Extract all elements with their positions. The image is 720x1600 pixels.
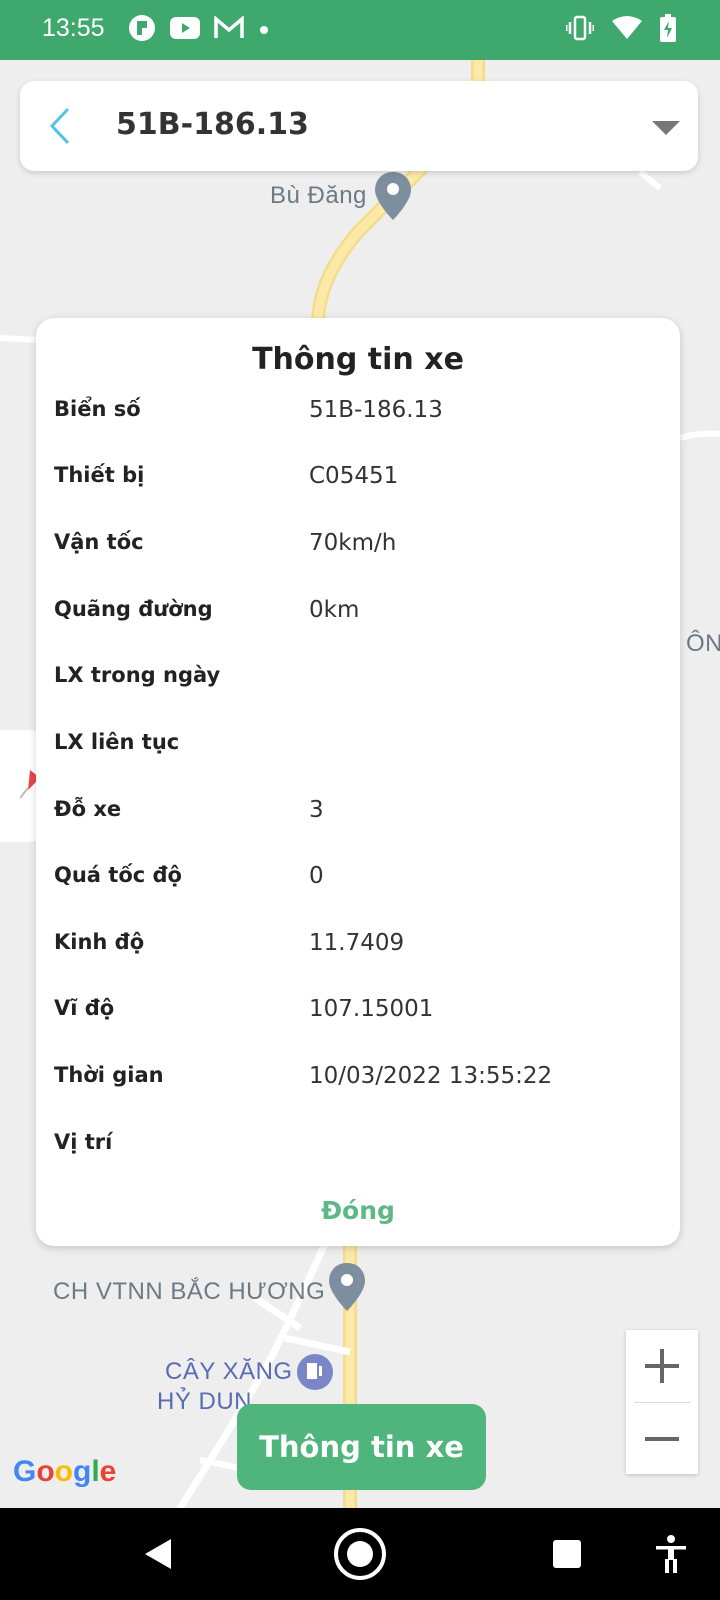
plus-icon <box>645 1349 679 1383</box>
dropdown-arrow-icon[interactable] <box>652 121 680 135</box>
back-arrow-icon <box>49 107 70 145</box>
vehicle-plate-title: 51B-186.13 <box>116 107 309 142</box>
zoom-controls <box>626 1330 698 1474</box>
side-tab[interactable] <box>0 730 40 842</box>
vehicle-info-button[interactable]: Thông tin xe <box>237 1404 486 1490</box>
wifi-icon <box>612 16 642 44</box>
info-row: Quãng đường 0km <box>54 597 664 637</box>
info-row: Vận tốc 70km/h <box>54 530 664 570</box>
row-label: Quá tốc độ <box>54 863 182 887</box>
close-button[interactable]: Đóng <box>36 1196 680 1225</box>
row-value: 70km/h <box>309 530 397 556</box>
info-row: Thời gian 10/03/2022 13:55:22 <box>54 1063 664 1103</box>
info-row: Quá tốc độ 0 <box>54 863 664 903</box>
gas-station-icon <box>297 1354 333 1390</box>
row-value: 51B-186.13 <box>309 397 443 423</box>
info-row: Thiết bị C05451 <box>54 463 664 503</box>
nav-recents-button[interactable] <box>540 1508 594 1600</box>
google-letter: g <box>73 1455 92 1488</box>
vehicle-select-bar[interactable]: 51B-186.13 <box>20 81 698 171</box>
row-label: Quãng đường <box>54 597 213 621</box>
row-value: 3 <box>309 797 324 823</box>
minus-icon <box>645 1437 679 1441</box>
nav-back-button[interactable] <box>128 1508 188 1600</box>
row-label: Thời gian <box>54 1063 164 1087</box>
row-label: LX liên tục <box>54 730 180 754</box>
google-letter: o <box>54 1455 73 1488</box>
google-letter: l <box>91 1455 100 1488</box>
map-label-place: ÔNG <box>686 630 720 657</box>
back-triangle-icon <box>145 1539 171 1569</box>
status-bar: 13:55 <box>0 0 720 60</box>
status-time: 13:55 <box>42 14 105 42</box>
row-label: Vĩ độ <box>54 996 115 1020</box>
row-value: 11.7409 <box>309 930 405 956</box>
row-value: 0km <box>309 597 360 623</box>
map-label-place: Bù Đăng <box>270 182 367 209</box>
recents-square-icon <box>553 1540 581 1568</box>
map-label-place: CÂY XĂNG <box>165 1358 293 1385</box>
battery-charging-icon <box>660 14 676 46</box>
youtube-icon <box>170 16 200 44</box>
accessibility-icon <box>656 1535 686 1573</box>
home-circle-icon <box>334 1528 386 1580</box>
accessibility-button[interactable] <box>646 1508 696 1600</box>
gmail-icon <box>214 15 244 44</box>
back-button[interactable] <box>40 101 90 151</box>
info-row: Đỗ xe 3 <box>54 797 664 837</box>
google-logo: Google <box>13 1455 116 1489</box>
status-left-icons <box>128 14 270 46</box>
info-row: LX trong ngày <box>54 663 664 703</box>
google-letter: e <box>99 1455 117 1488</box>
vibrate-icon <box>565 15 595 45</box>
row-label: Vận tốc <box>54 530 144 554</box>
zoom-out-button[interactable] <box>626 1403 698 1475</box>
place-pin-icon <box>329 1263 365 1311</box>
navigation-bar <box>0 1508 720 1600</box>
info-row: LX liên tục <box>54 730 664 770</box>
info-row: Vị trí <box>54 1130 664 1170</box>
row-label: Kinh độ <box>54 930 145 954</box>
row-value: 0 <box>309 863 324 889</box>
google-letter: o <box>36 1455 55 1488</box>
status-right-icons <box>565 14 676 46</box>
row-label: Thiết bị <box>54 463 145 487</box>
row-value: C05451 <box>309 463 399 489</box>
row-label: LX trong ngày <box>54 663 221 687</box>
zoom-in-button[interactable] <box>626 1330 698 1402</box>
app-icon <box>128 14 156 46</box>
info-row: Vĩ độ 107.15001 <box>54 996 664 1036</box>
dialog-title: Thông tin xe <box>252 342 464 377</box>
row-label: Biển số <box>54 397 141 421</box>
info-row: Kinh độ 11.7409 <box>54 930 664 970</box>
google-letter: G <box>13 1455 37 1488</box>
vehicle-info-dialog: Thông tin xe Biển số 51B-186.13 Thiết bị… <box>36 318 680 1246</box>
row-value: 10/03/2022 13:55:22 <box>309 1063 553 1089</box>
info-row: Biển số 51B-186.13 <box>54 397 664 437</box>
nav-home-button[interactable] <box>328 1508 392 1600</box>
map-label-place: CH VTNN BẮC HƯƠNG <box>53 1278 326 1305</box>
row-value: 107.15001 <box>309 996 434 1022</box>
row-label: Đỗ xe <box>54 797 122 821</box>
dot-icon <box>258 21 270 40</box>
row-label: Vị trí <box>54 1130 113 1154</box>
